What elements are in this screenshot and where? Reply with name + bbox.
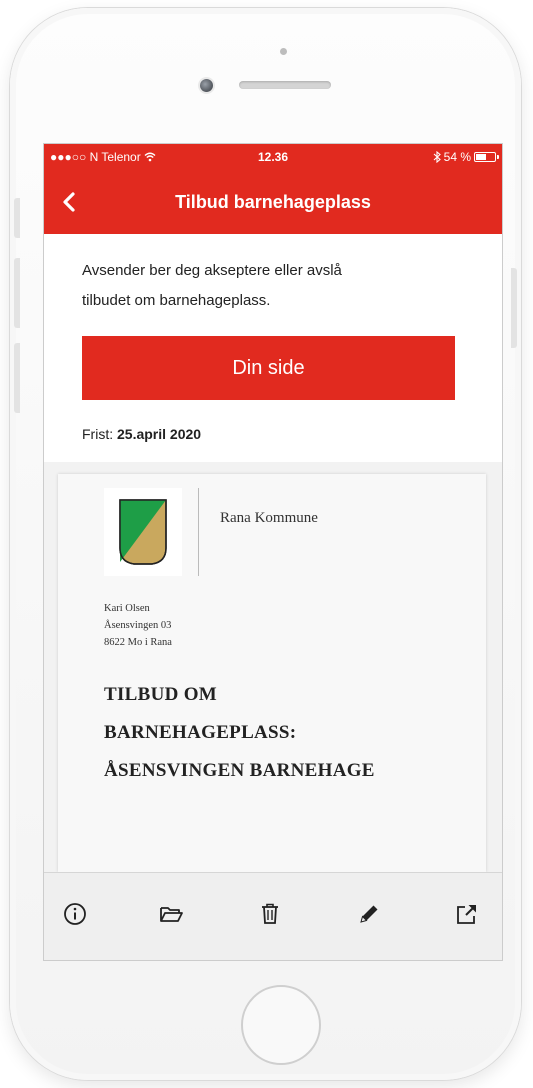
mute-switch bbox=[14, 198, 20, 238]
bluetooth-icon bbox=[433, 151, 441, 163]
din-side-button[interactable]: Din side bbox=[82, 336, 455, 400]
folder-icon[interactable] bbox=[158, 901, 184, 927]
share-icon[interactable] bbox=[454, 901, 480, 927]
header-divider bbox=[198, 488, 199, 576]
document-page[interactable]: Rana Kommune Kari Olsen Åsensvingen 03 8… bbox=[58, 474, 486, 872]
power-button bbox=[511, 268, 517, 348]
battery-fill bbox=[476, 154, 486, 160]
home-button[interactable] bbox=[241, 985, 321, 1065]
chevron-left-icon[interactable] bbox=[58, 190, 82, 214]
earpiece-speaker bbox=[239, 81, 331, 89]
pencil-icon[interactable] bbox=[356, 901, 382, 927]
recipient-address: Kari Olsen Åsensvingen 03 8622 Mo i Rana bbox=[104, 600, 172, 651]
document-title: TILBUD OM BARNEHAGEPLASS: ÅSENSVINGEN BA… bbox=[104, 676, 474, 790]
status-right: 54 % bbox=[433, 150, 499, 164]
volume-up-button bbox=[14, 258, 20, 328]
status-bar: ●●●○○ N Telenor 12.36 54 % bbox=[44, 144, 502, 170]
trash-icon[interactable] bbox=[257, 901, 283, 927]
intro-line-1: Avsender ber deg akseptere eller avslå bbox=[82, 262, 342, 279]
page-title: Tilbud barnehageplass bbox=[175, 191, 371, 212]
battery-icon bbox=[474, 152, 499, 162]
deadline-label: Frist: bbox=[82, 426, 114, 442]
bottom-toolbar bbox=[44, 872, 502, 960]
proximity-sensor bbox=[280, 48, 287, 55]
organization-name: Rana Kommune bbox=[220, 510, 318, 526]
recipient-street: Åsensvingen 03 bbox=[104, 620, 172, 631]
logo bbox=[104, 488, 182, 576]
volume-down-button bbox=[14, 343, 20, 413]
document-title-line-3: ÅSENSVINGEN BARNEHAGE bbox=[104, 760, 375, 781]
deadline: Frist: 25.april 2020 bbox=[82, 426, 201, 442]
status-left: ●●●○○ N Telenor bbox=[50, 150, 156, 164]
recipient-name: Kari Olsen bbox=[104, 603, 150, 614]
nav-bar: Tilbud barnehageplass bbox=[44, 170, 502, 234]
deadline-value: 25.april 2020 bbox=[117, 426, 202, 442]
front-camera bbox=[200, 79, 213, 92]
document-preview-area[interactable]: Rana Kommune Kari Olsen Åsensvingen 03 8… bbox=[44, 462, 502, 872]
info-icon[interactable] bbox=[62, 901, 88, 927]
coat-of-arms-icon bbox=[119, 499, 167, 565]
recipient-city: 8622 Mo i Rana bbox=[104, 637, 172, 648]
phone-screen: ●●●○○ N Telenor 12.36 54 % Tilbud barneh… bbox=[44, 144, 502, 960]
carrier-label: ●●●○○ N Telenor bbox=[50, 150, 141, 164]
battery-percent: 54 % bbox=[443, 150, 471, 164]
intro-text: Avsender ber deg akseptere eller avslå t… bbox=[82, 256, 462, 316]
document-title-line-1: TILBUD OM bbox=[104, 684, 218, 705]
intro-line-2: tilbudet om barnehageplass. bbox=[82, 292, 271, 309]
wifi-icon bbox=[144, 152, 156, 162]
document-title-line-2: BARNEHAGEPLASS: bbox=[104, 722, 297, 743]
